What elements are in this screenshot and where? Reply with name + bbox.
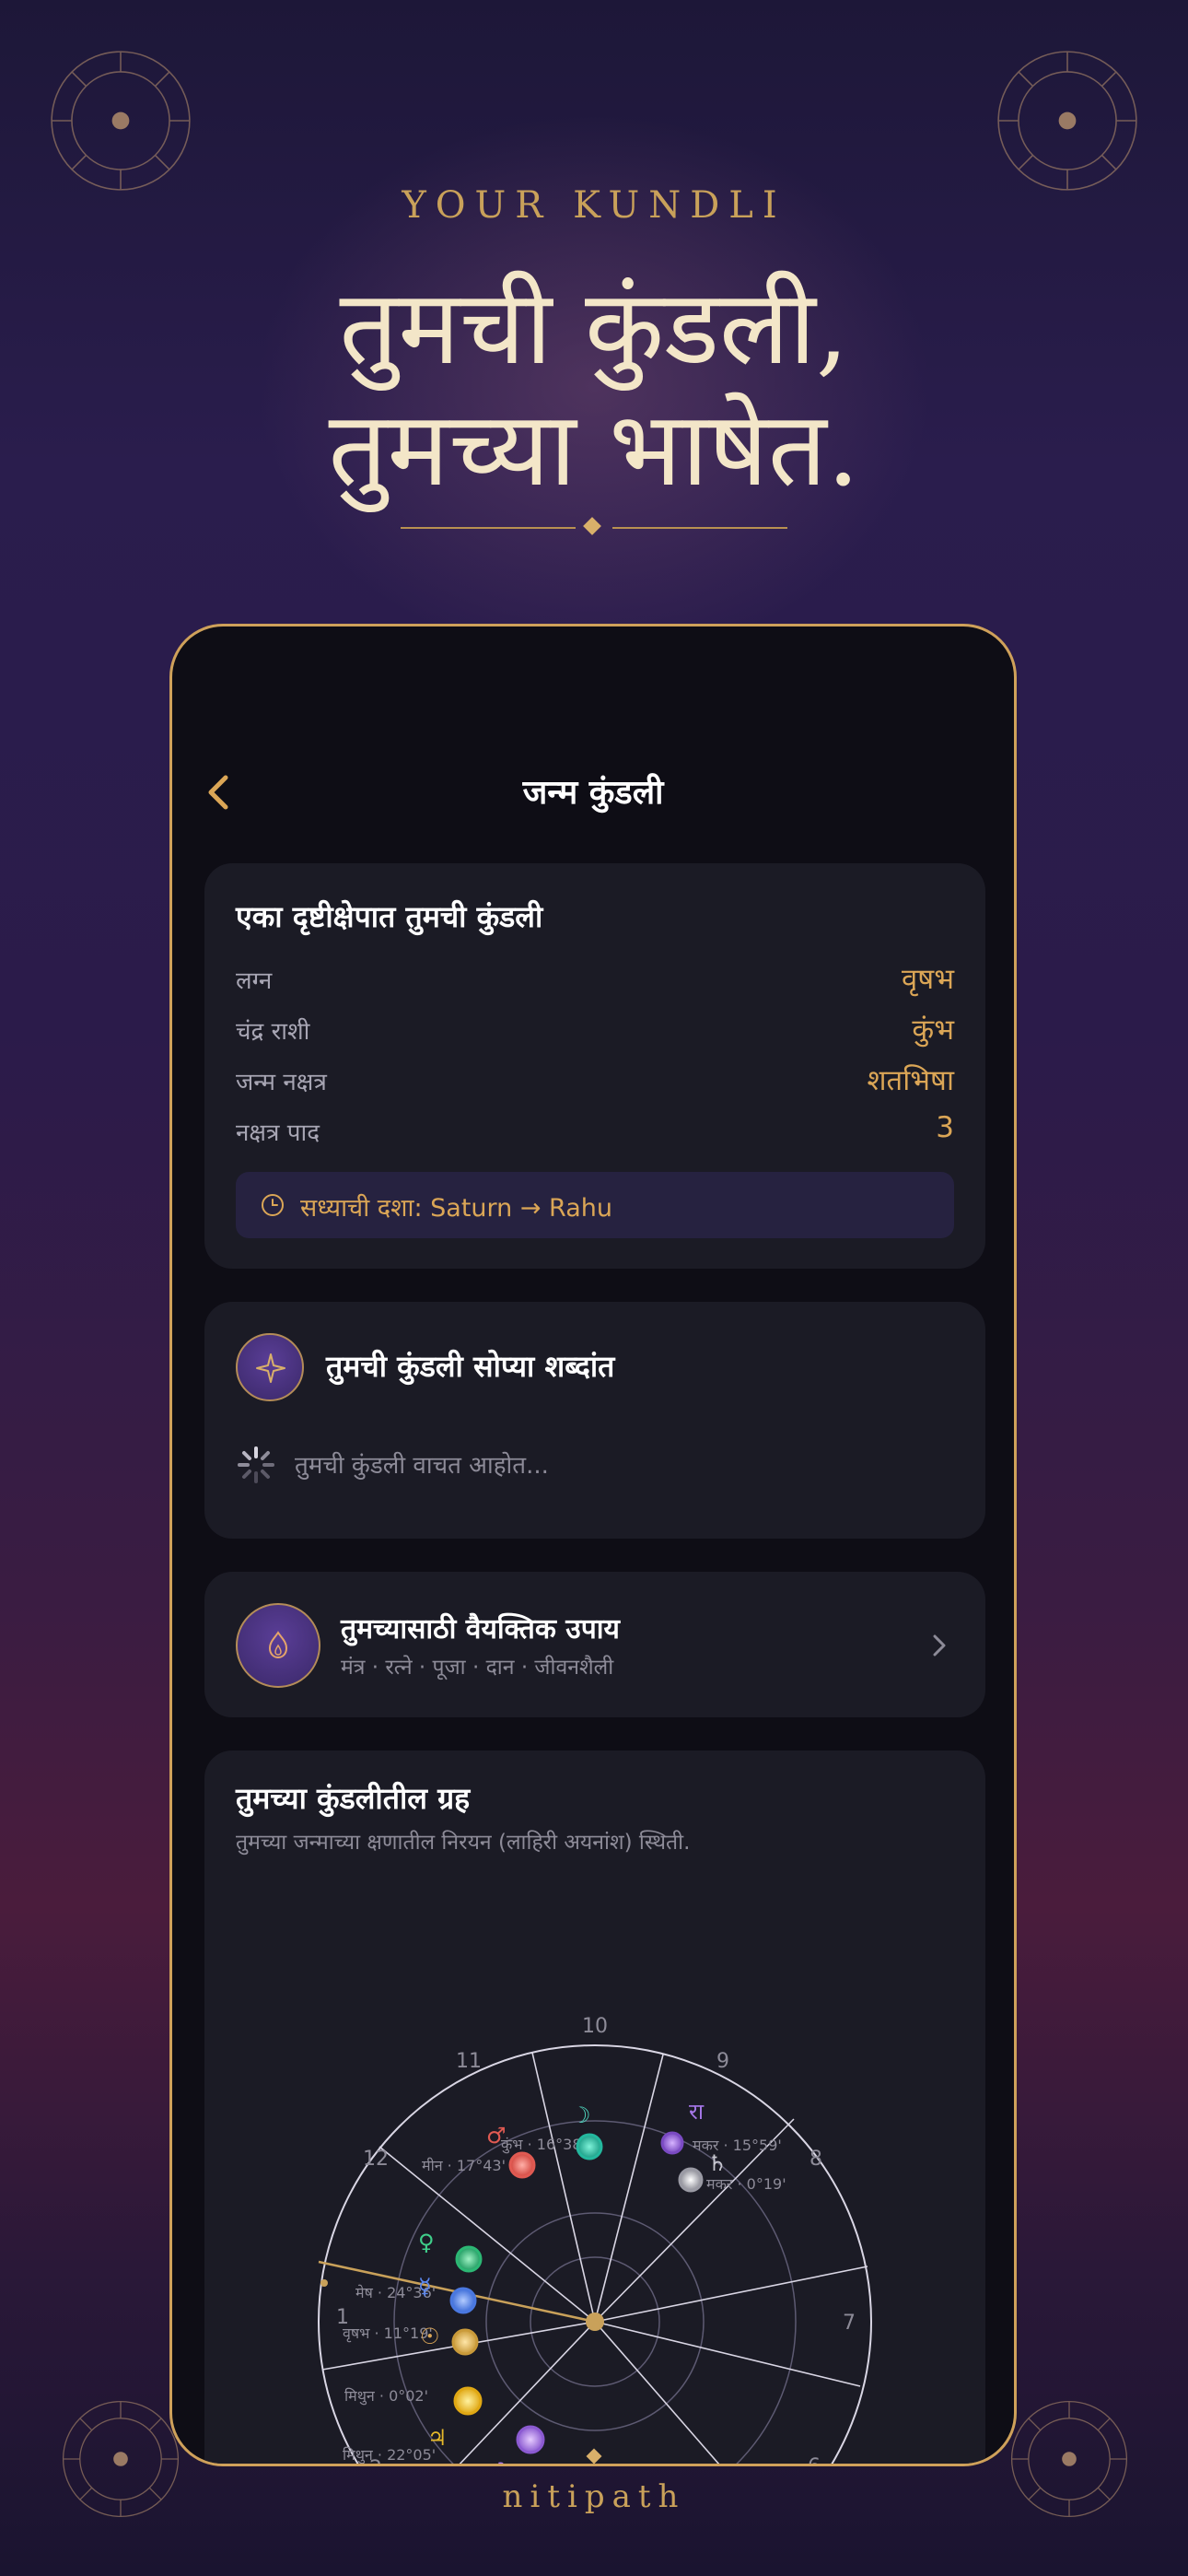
rahu-glyph: रा (689, 2099, 705, 2125)
saturn-planet-dot (678, 2167, 704, 2193)
ascendant-marker (320, 2279, 328, 2287)
row-value: कुंभ (912, 1013, 954, 1047)
hero-headline-line2: तुमच्या भाषेत. (328, 390, 860, 509)
navigation-bar: जन्म कुंडली (172, 755, 1014, 829)
summary-row-moon-sign: चंद्र राशी कुंभ (236, 1013, 954, 1050)
mars-planet-dot (508, 2151, 536, 2179)
chevron-right-icon (933, 1634, 946, 1657)
summary-row-lagna: लग्न वृषभ (236, 963, 954, 1000)
planets-subtitle: तुमच्या जन्माच्या क्षणातील निरयन (लाहिरी… (236, 1831, 691, 1855)
loading-text: तुमची कुंडली वाचत आहोत... (295, 1452, 549, 1480)
remedies-card[interactable]: तुमच्यासाठी वैयक्तिक उपाय मंत्र · रत्ने … (204, 1572, 985, 1717)
phone-frame: जन्म कुंडली एका दृष्टीक्षेपात तुमची कुंड… (169, 624, 1017, 2466)
flame-badge (236, 1603, 320, 1688)
row-label: नक्षत्र पाद (236, 1119, 320, 1147)
planet-position-label: मिथुन · 0°02' (344, 2387, 428, 2406)
hero-headline: तुमची कुंडली, तुमच्या भाषेत. (0, 267, 1188, 510)
kundli-summary-card: एका दृष्टीक्षेपात तुमची कुंडली लग्न वृषभ… (204, 863, 985, 1269)
moon-planet-dot (576, 2133, 603, 2160)
hero-eyebrow: YOUR KUNDLI (402, 184, 786, 227)
planet-position-label: मकर · 0°19' (706, 2175, 786, 2193)
flame-icon (268, 1631, 288, 1659)
house-number: 11 (456, 2050, 482, 2073)
clock-icon (262, 1194, 284, 1216)
sun-planet-dot (451, 2328, 479, 2356)
house-number: 10 (582, 2015, 608, 2038)
row-label: चंद्र राशी (236, 1018, 310, 1046)
mercury-glyph: ☿ (418, 2274, 432, 2300)
planet-position-label: मकर · 15°59' (693, 2137, 782, 2154)
jupiter-glyph: ♃ (427, 2425, 448, 2451)
loading-spinner-icon (238, 1446, 274, 1483)
planet-position-label: कुंभ · 16°38' (501, 2136, 586, 2154)
sparkle-icon (256, 1353, 285, 1383)
simple-explanation-card: तुमची कुंडली सोप्या शब्दांत तुमची कुंडली… (204, 1302, 985, 1539)
planets-title: तुमच्या कुंडलीतील ग्रह (236, 1781, 471, 1816)
diamond-icon (583, 517, 601, 535)
remedies-title: तुमच्यासाठी वैयक्तिक उपाय (341, 1613, 620, 1645)
row-value: शतभिषा (867, 1064, 954, 1097)
current-dasha-banner: सध्याची दशा: Saturn → Rahu (236, 1172, 954, 1238)
moon-glyph: ☽ (571, 2102, 591, 2128)
jupiter-planet-dot (453, 2386, 483, 2416)
chart-center (586, 2313, 604, 2331)
mars-glyph: ♂ (486, 2123, 507, 2149)
venus-planet-dot (455, 2245, 483, 2273)
remedies-subtitle: मंत्र · रत्ने · पूजा · दान · जीवनशैली (341, 1656, 614, 1680)
sun-glyph: ☉ (420, 2324, 440, 2349)
house-number: 12 (363, 2148, 389, 2171)
saturn-glyph: ♄ (707, 2150, 728, 2176)
hero-divider (401, 517, 787, 535)
house-number: 9 (716, 2050, 729, 2073)
summary-title: एका दृष्टीक्षेपात तुमची कुंडली (236, 899, 543, 934)
house-number: 8 (809, 2148, 822, 2171)
row-value: 3 (936, 1111, 954, 1144)
rahu-planet-dot (660, 2131, 684, 2155)
planets-card: तुमच्या कुंडलीतील ग्रह तुमच्या जन्माच्या… (204, 1751, 985, 2466)
planet-position-label: मीन · 17°43' (422, 2157, 506, 2174)
planet-wheel-chart: 10 9 8 7 6 2 1 12 11 कुंभ · 16°38' मीन ·… (318, 2015, 872, 2466)
simple-title: तुमची कुंडली सोप्या शब्दांत (326, 1349, 615, 1384)
row-label: लग्न (236, 967, 273, 995)
house-number: 7 (843, 2312, 856, 2335)
zodiac-wheel-icon (49, 49, 192, 193)
summary-row-pada: नक्षत्र पाद 3 (236, 1111, 954, 1152)
current-dasha-text: सध्याची दशा: Saturn → Rahu (300, 1194, 612, 1223)
summary-row-nakshatra: जन्म नक्षत्र शतभिषा (236, 1064, 954, 1101)
house-number: 6 (808, 2455, 821, 2466)
ketu-glyph: के (495, 2462, 513, 2466)
brand-name: nitipath (502, 2478, 686, 2515)
zodiac-wheel-icon (996, 49, 1139, 193)
row-value: वृषभ (902, 963, 954, 996)
sparkle-badge (236, 1333, 304, 1401)
mercury-planet-dot (449, 2287, 477, 2314)
screen-title: जन्म कुंडली (522, 774, 664, 812)
ketu-planet-dot (516, 2425, 545, 2454)
row-label: जन्म नक्षत्र (236, 1069, 327, 1096)
planet-position-label: मिथुन · 22°05' (343, 2446, 436, 2465)
hero-headline-line1: तुमची कुंडली, (339, 268, 849, 388)
venus-glyph: ♀ (418, 2230, 435, 2255)
